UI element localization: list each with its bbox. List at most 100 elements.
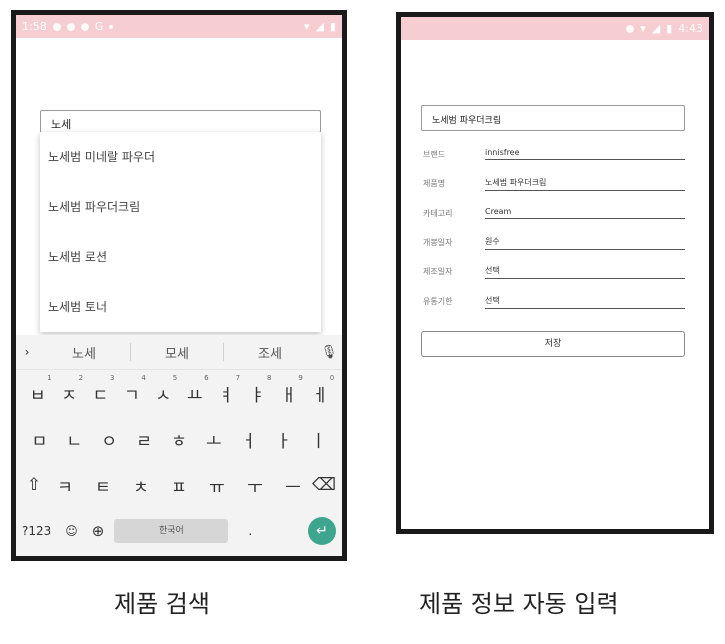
symbols-key[interactable]: ?123 xyxy=(22,524,51,538)
brand-input[interactable]: innisfree xyxy=(485,148,685,160)
keyboard-key[interactable]: ㅔ0 xyxy=(308,374,334,406)
battery-icon: ▮ xyxy=(666,22,673,35)
keyboard-key[interactable]: ㅌ xyxy=(91,473,115,498)
key-label: ㅔ xyxy=(312,385,329,406)
keyboard-key[interactable]: ㅇ xyxy=(97,427,121,452)
keyboard-key[interactable]: ㅍ xyxy=(167,473,191,498)
keyboard-key[interactable]: ㅡ xyxy=(281,473,305,498)
keyboard-key[interactable]: ㅏ xyxy=(272,427,296,452)
keyboard-key[interactable]: ㅠ xyxy=(205,473,229,498)
suggestion-item[interactable]: 노세범 로션 xyxy=(40,232,321,282)
notification-icon xyxy=(66,22,75,31)
word-suggestion[interactable]: 조세 xyxy=(224,343,316,362)
open-date-input[interactable]: 원수 xyxy=(485,236,685,250)
keyboard-key[interactable]: ㅋ xyxy=(53,473,77,498)
expiry-date-field-row: 유통기한 선택 xyxy=(423,292,685,314)
key-label: ㄷ xyxy=(92,385,109,406)
key-row-2: ㅁㄴㅇㄹㅎㅗㅓㅏㅣ xyxy=(16,416,342,462)
word-suggestion[interactable]: 모세 xyxy=(131,343,223,362)
microphone-icon[interactable]: 🎙︎ xyxy=(316,345,342,360)
key-number-hint: 9 xyxy=(298,373,303,382)
shift-key-icon[interactable]: ⇧ xyxy=(22,475,46,495)
suggestion-strip: › 노세 모세 조세 🎙︎ xyxy=(16,335,342,370)
battery-icon: ▮ xyxy=(329,20,336,33)
globe-icon[interactable]: ⊕ xyxy=(92,522,105,540)
search-input[interactable]: 노세 xyxy=(40,110,321,133)
phone-search-screen: 1:58 G ▾ ◢ ▮ 노세 노세범 미네랄 파우더 노세범 파우더크림 노세… xyxy=(11,10,347,561)
backspace-key-icon[interactable]: ⌫ xyxy=(312,475,336,495)
keyboard-key[interactable]: ㅕ7 xyxy=(214,374,240,406)
field-label: 제조일자 xyxy=(423,267,453,276)
field-label: 개봉일자 xyxy=(423,238,453,247)
product-name-field-row: 제품명 노세범 파우더크림 xyxy=(423,174,685,196)
keyboard-key[interactable]: ㅎ xyxy=(167,427,191,452)
manufacture-date-input[interactable]: 선택 xyxy=(485,265,685,279)
keyboard-key[interactable]: ㅜ xyxy=(243,473,267,498)
period-key[interactable]: . xyxy=(248,524,252,538)
product-name-input[interactable]: 노세범 파우더크림 xyxy=(485,177,685,191)
suggestion-item[interactable]: 노세범 파우더크림 xyxy=(40,182,321,232)
category-input[interactable]: Cream xyxy=(485,207,685,219)
field-label: 카테고리 xyxy=(423,209,453,218)
key-number-hint: 4 xyxy=(141,373,146,382)
enter-key-icon[interactable]: ↵ xyxy=(308,517,336,545)
word-suggestion[interactable]: 노세 xyxy=(38,343,130,362)
key-number-hint: 2 xyxy=(78,373,84,382)
keyboard-key[interactable]: ㄴ xyxy=(62,427,86,452)
shield-icon xyxy=(80,22,89,31)
key-label: ㅕ xyxy=(218,385,234,406)
key-row-1: ㅂ1ㅈ2ㄷ3ㄱ4ㅅ5ㅛ6ㅕ7ㅑ8ㅐ9ㅔ0 xyxy=(16,370,342,416)
autocomplete-dropdown: 노세범 미네랄 파우더 노세범 파우더크림 노세범 로션 노세범 토너 xyxy=(40,132,321,332)
key-number-hint: 3 xyxy=(110,373,115,382)
keyboard-key[interactable]: ㅛ6 xyxy=(183,374,209,406)
google-icon: G xyxy=(94,20,104,33)
key-label: ㅛ xyxy=(186,385,203,406)
key-number-hint: 1 xyxy=(47,373,52,382)
save-button[interactable]: 저장 xyxy=(421,331,685,357)
signal-icon: ◢ xyxy=(315,20,324,33)
keyboard-key[interactable]: ㄱ4 xyxy=(120,374,146,406)
key-label: ㅑ xyxy=(249,385,266,406)
status-bar: 1:58 G ▾ ◢ ▮ xyxy=(16,15,342,38)
caption-auto-fill: 제품 정보 자동 입력 xyxy=(419,590,619,618)
suggestion-item[interactable]: 노세범 토너 xyxy=(40,282,321,332)
keyboard-key[interactable]: ㅂ1 xyxy=(26,374,52,406)
field-label: 브랜드 xyxy=(423,150,446,159)
keyboard-key[interactable]: ㅓ xyxy=(237,427,261,452)
key-row-bottom: ?123 ☺ ⊕ 한국어 . ↵ xyxy=(16,508,342,554)
emoji-comma-key-icon[interactable]: ☺ xyxy=(65,524,78,538)
product-search-field[interactable]: 노세범 파우더크림 xyxy=(421,105,685,131)
manufacture-date-field-row: 제조일자 선택 xyxy=(423,262,685,284)
keyboard-key[interactable]: ㄷ3 xyxy=(88,374,115,406)
caption-product-search: 제품 검색 xyxy=(114,590,210,618)
wifi-icon: ▾ xyxy=(640,22,646,35)
keyboard-key[interactable]: ㅅ5 xyxy=(151,374,177,406)
keyboard-key[interactable]: ㅐ9 xyxy=(277,374,303,406)
expiry-date-input[interactable]: 선택 xyxy=(485,295,685,309)
status-time: 4:43 xyxy=(678,22,703,35)
key-label: ㅂ xyxy=(29,385,46,406)
status-time: 1:58 xyxy=(22,20,47,33)
status-bar: ▾ ◢ ▮ 4:43 xyxy=(401,17,709,40)
keyboard-key[interactable]: ㅑ8 xyxy=(245,374,272,406)
wifi-icon: ▾ xyxy=(303,20,310,33)
phone-autofill-screen: ▾ ◢ ▮ 4:43 노세범 파우더크림 브랜드 innisfree 제품명 노… xyxy=(396,12,714,534)
keyboard-key[interactable]: ㄹ xyxy=(132,427,156,452)
keyboard-key[interactable]: ㅈ2 xyxy=(57,374,83,406)
keyboard-key[interactable]: ㅁ xyxy=(27,427,51,452)
dot-icon xyxy=(109,24,114,29)
signal-icon: ◢ xyxy=(651,22,661,35)
open-date-field-row: 개봉일자 원수 xyxy=(423,233,685,255)
key-row-3: ⇧ ㅋㅌㅊㅍㅠㅜㅡ ⌫ xyxy=(16,462,342,508)
space-key[interactable]: 한국어 xyxy=(114,519,229,543)
key-number-hint: 7 xyxy=(235,373,241,382)
suggestion-item[interactable]: 노세범 미네랄 파우더 xyxy=(40,132,321,182)
chevron-right-icon[interactable]: › xyxy=(16,345,38,359)
keyboard-key[interactable]: ㅣ xyxy=(306,427,330,452)
category-field-row: 카테고리 Cream xyxy=(423,204,685,226)
key-number-hint: 6 xyxy=(204,373,209,382)
keyboard-key[interactable]: ㅊ xyxy=(129,473,153,498)
brand-field-row: 브랜드 innisfree xyxy=(423,145,685,167)
keyboard-key[interactable]: ㅗ xyxy=(202,427,226,452)
field-label: 제품명 xyxy=(423,179,446,188)
